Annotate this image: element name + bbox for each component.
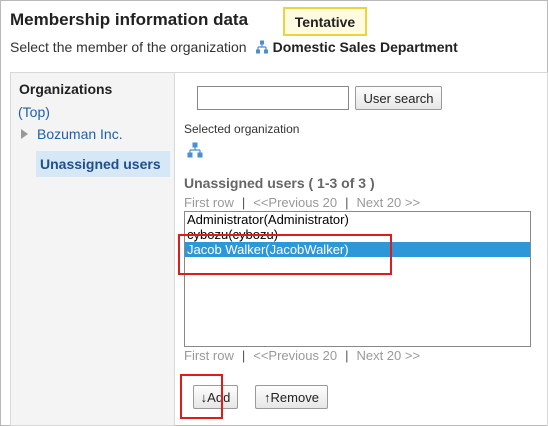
- tree-item-unassigned-users[interactable]: Unassigned users: [36, 151, 170, 177]
- pager-first: First row: [184, 195, 234, 210]
- expand-arrow-icon[interactable]: [21, 129, 28, 139]
- pager-top: First row | <<Previous 20 | Next 20 >>: [184, 195, 420, 210]
- tree-heading: Organizations: [19, 81, 113, 97]
- subtitle-text: Select the member of the organization: [10, 39, 247, 55]
- add-button-highlight: [180, 374, 223, 419]
- selected-organization-label: Selected organization: [184, 122, 300, 136]
- pager-bottom: First row | <<Previous 20 | Next 20 >>: [184, 348, 420, 363]
- user-search-button[interactable]: User search: [355, 86, 442, 110]
- page-title: Membership information data: [10, 10, 249, 29]
- pager-next: Next 20 >>: [356, 348, 421, 363]
- tree-item-label[interactable]: Bozuman Inc.: [37, 126, 123, 142]
- pager-previous: <<Previous 20: [253, 195, 338, 210]
- department-name: Domestic Sales Department: [272, 39, 458, 55]
- pager-separator: |: [241, 348, 246, 363]
- pager-separator: |: [345, 348, 349, 363]
- organization-icon: [187, 142, 203, 158]
- selected-user-highlight: [178, 234, 392, 275]
- user-listbox[interactable]: Administrator(Administrator) cybozu(cybo…: [184, 211, 531, 347]
- pager-separator: |: [241, 195, 246, 210]
- pager-next: Next 20 >>: [356, 195, 421, 210]
- page-subtitle: Select the member of the organization Do…: [10, 39, 458, 55]
- pager-separator: |: [345, 195, 349, 210]
- organization-tree: Organizations (Top) Bozuman Inc. Unassig…: [10, 72, 175, 426]
- organization-icon: [255, 40, 268, 54]
- user-option[interactable]: Administrator(Administrator): [185, 212, 530, 227]
- user-list-heading: Unassigned users ( 1-3 of 3 ): [184, 175, 375, 191]
- remove-button[interactable]: ↑Remove: [255, 385, 328, 409]
- tree-top-link[interactable]: (Top): [18, 104, 50, 120]
- user-search-input[interactable]: [197, 86, 349, 110]
- pager-previous: <<Previous 20: [253, 348, 338, 363]
- pager-first: First row: [184, 348, 234, 363]
- tree-item-bozuman[interactable]: Bozuman Inc.: [21, 126, 123, 142]
- status-badge: Tentative: [283, 7, 367, 36]
